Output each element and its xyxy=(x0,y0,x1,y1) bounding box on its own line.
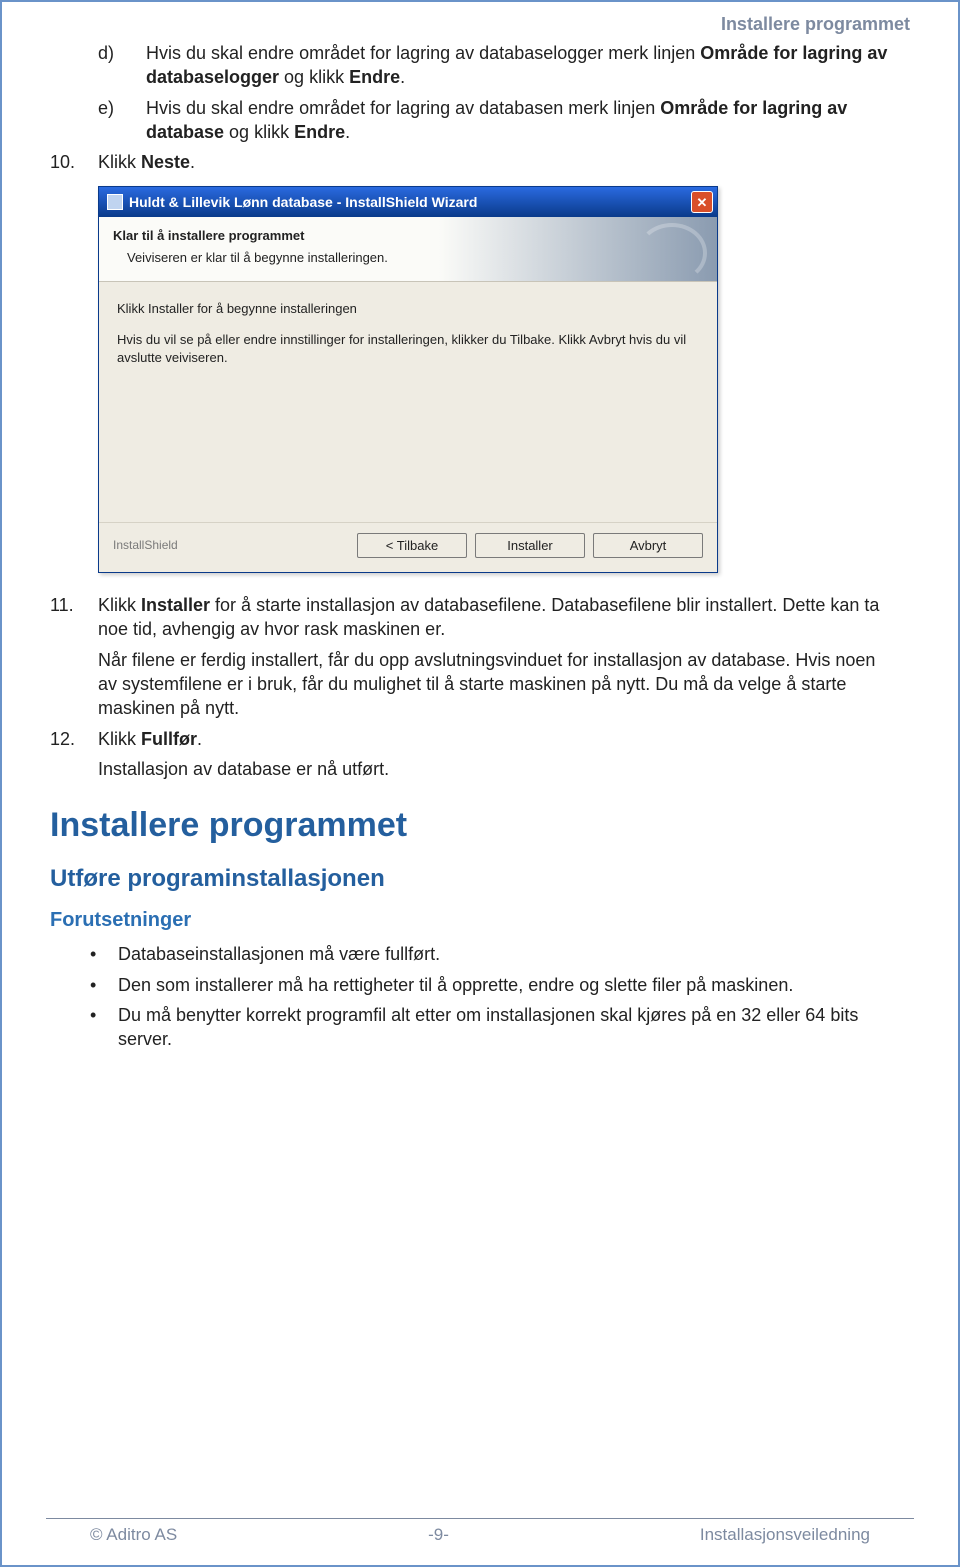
install-wizard-window: Huldt & Lillevik Lønn database - Install… xyxy=(98,186,718,573)
section-heading-h1: Installere programmet xyxy=(50,803,894,849)
text: Hvis du skal endre området for lagring a… xyxy=(146,43,700,63)
list-item-11: 11. Klikk Installer for å starte install… xyxy=(50,593,894,720)
wizard-brand: InstallShield xyxy=(113,537,178,553)
wizard-body: Klikk Installer for å begynne installeri… xyxy=(99,282,717,522)
list-item-12: 12. Klikk Fullfør. Installasjon av datab… xyxy=(50,727,894,782)
document-page: Installere programmet d) Hvis du skal en… xyxy=(0,0,960,1567)
footer-right: Installasjonsveiledning xyxy=(700,1525,870,1545)
section-heading-h3: Forutsetninger xyxy=(50,907,894,934)
page-header-right: Installere programmet xyxy=(2,2,958,41)
back-button[interactable]: < Tilbake xyxy=(357,533,467,559)
text: Klikk xyxy=(98,729,141,749)
wizard-banner-subtitle: Veiviseren er klar til å begynne install… xyxy=(127,249,703,267)
text: Klikk xyxy=(98,152,141,172)
list-marker: 12. xyxy=(50,727,98,782)
install-button[interactable]: Installer xyxy=(475,533,585,559)
footer-left: © Aditro AS xyxy=(90,1525,177,1545)
text: for å starte installasjon av databasefil… xyxy=(98,595,879,639)
list-item: • Den som installerer må ha rettigheter … xyxy=(90,973,894,997)
text: Når filene er ferdig installert, får du … xyxy=(98,650,875,719)
list-item-e: e) Hvis du skal endre området for lagrin… xyxy=(98,96,894,145)
wizard-titlebar[interactable]: Huldt & Lillevik Lønn database - Install… xyxy=(99,187,717,217)
text: Du må benytter korrekt programfil alt et… xyxy=(118,1003,894,1052)
list-marker: e) xyxy=(98,96,146,145)
text-bold: Fullfør xyxy=(141,729,197,749)
prereq-list: • Databaseinstallasjonen må være fullfør… xyxy=(90,942,894,1051)
list-item: • Databaseinstallasjonen må være fullfør… xyxy=(90,942,894,966)
cancel-button[interactable]: Avbryt xyxy=(593,533,703,559)
bullet-icon: • xyxy=(90,942,118,966)
text: Klikk xyxy=(98,595,141,615)
list-marker: 11. xyxy=(50,593,98,720)
list-item-10: 10. Klikk Neste. xyxy=(50,150,894,174)
bullet-icon: • xyxy=(90,1003,118,1052)
list-marker: 10. xyxy=(50,150,98,174)
wizard-title: Huldt & Lillevik Lønn database - Install… xyxy=(129,193,691,212)
wizard-banner-title: Klar til å installere programmet xyxy=(113,227,703,245)
list-item-d: d) Hvis du skal endre området for lagrin… xyxy=(98,41,894,90)
wizard-body-line2: Hvis du vil se på eller endre innstillin… xyxy=(117,331,699,366)
bullet-icon: • xyxy=(90,973,118,997)
wizard-footer: InstallShield < Tilbake Installer Avbryt xyxy=(99,522,717,573)
list-body: Klikk Fullfør. Installasjon av database … xyxy=(98,727,894,782)
text: . xyxy=(345,122,350,142)
list-body: Klikk Installer for å starte installasjo… xyxy=(98,593,894,720)
text-bold: Installer xyxy=(141,595,210,615)
text-bold: Neste xyxy=(141,152,190,172)
wizard-banner: Klar til å installere programmet Veivise… xyxy=(99,217,717,281)
footer-center: -9- xyxy=(428,1525,449,1545)
list-item: • Du må benytter korrekt programfil alt … xyxy=(90,1003,894,1052)
close-icon[interactable]: ✕ xyxy=(691,191,713,213)
page-footer: © Aditro AS -9- Installasjonsveiledning xyxy=(46,1518,914,1545)
text: . xyxy=(197,729,202,749)
wizard-app-icon xyxy=(107,194,123,210)
section-heading-h2: Utføre programinstallasjonen xyxy=(50,863,894,895)
doc-content: d) Hvis du skal endre området for lagrin… xyxy=(2,41,958,1052)
text: Databaseinstallasjonen må være fullført. xyxy=(118,942,440,966)
text: Installasjon av database er nå utført. xyxy=(98,759,389,779)
list-marker: d) xyxy=(98,41,146,90)
banner-arc-icon xyxy=(637,223,707,283)
text: . xyxy=(400,67,405,87)
list-body: Hvis du skal endre området for lagring a… xyxy=(146,41,894,90)
text: og klikk xyxy=(224,122,294,142)
list-body: Klikk Neste. xyxy=(98,150,894,174)
wizard-body-line1: Klikk Installer for å begynne installeri… xyxy=(117,300,699,318)
text-bold: Endre xyxy=(349,67,400,87)
text: og klikk xyxy=(279,67,349,87)
text: Hvis du skal endre området for lagring a… xyxy=(146,98,660,118)
text: . xyxy=(190,152,195,172)
list-body: Hvis du skal endre området for lagring a… xyxy=(146,96,894,145)
text-bold: Endre xyxy=(294,122,345,142)
text: Den som installerer må ha rettigheter ti… xyxy=(118,973,793,997)
